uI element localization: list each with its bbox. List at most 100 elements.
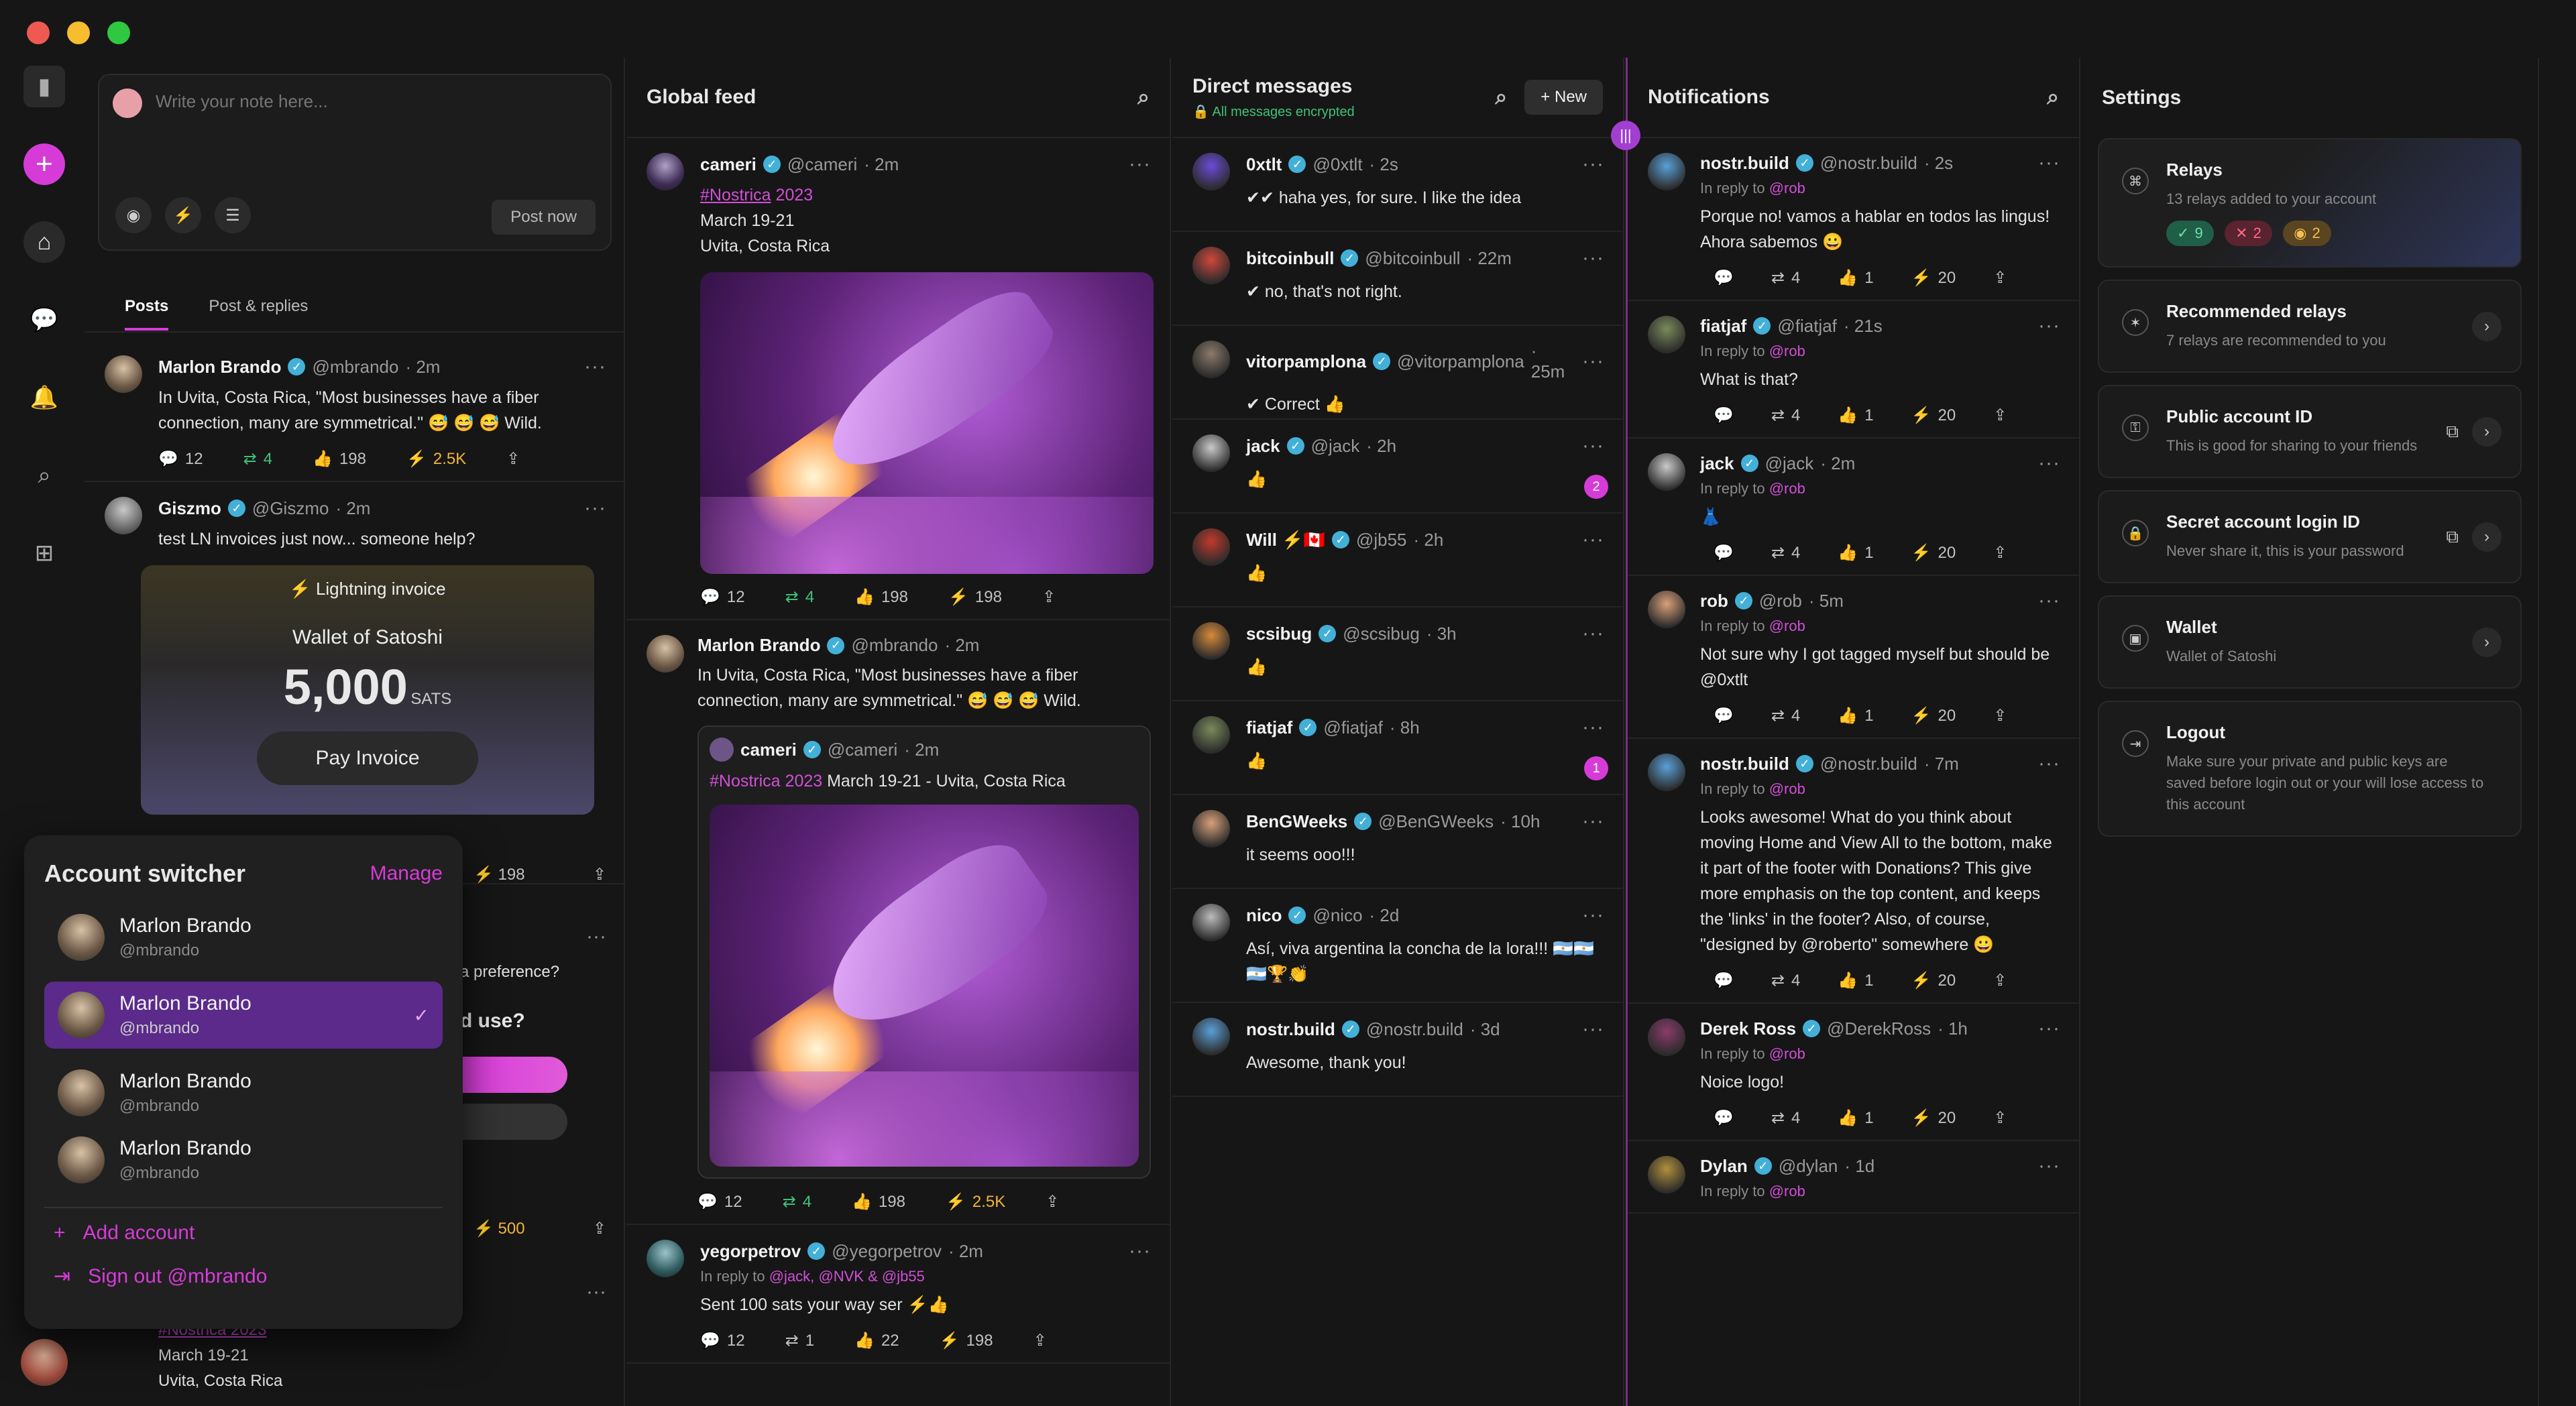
poll-option-bar[interactable] <box>460 1057 567 1093</box>
zap-button[interactable]: ⚡ 2.5K <box>946 1192 1005 1212</box>
reply-mention[interactable]: @rob <box>1769 480 1805 497</box>
close-window-button[interactable] <box>27 21 50 44</box>
author-name[interactable]: Derek Ross <box>1700 1018 1796 1039</box>
like-button[interactable]: 👍 1 <box>1838 268 1873 288</box>
reply-mention[interactable]: @rob <box>1769 343 1805 359</box>
avatar[interactable] <box>105 497 142 534</box>
author-handle[interactable]: @jack <box>1765 453 1814 474</box>
dm-conversation[interactable]: fiatjaf ✓ @fiatjaf · 8h ··· 👍 1 <box>1172 701 1623 795</box>
dm-conversation[interactable]: nostr.build ✓ @nostr.build · 3d ··· Awesome,… <box>1172 1003 1623 1097</box>
manage-link[interactable]: Manage <box>370 862 443 885</box>
image-icon[interactable]: ◉ <box>115 197 152 233</box>
author-name[interactable]: nostr.build <box>1700 754 1789 774</box>
author-name[interactable]: Marlon Brando <box>158 357 281 377</box>
avatar[interactable] <box>1192 434 1230 472</box>
column-resize-handle[interactable]: ||| <box>1611 121 1640 150</box>
more-icon[interactable]: ··· <box>586 925 606 948</box>
avatar[interactable] <box>1192 528 1230 566</box>
sign-out-button[interactable]: ⇥ Sign out @mbrando <box>44 1265 443 1288</box>
avatar[interactable] <box>1192 622 1230 660</box>
relays-card[interactable]: ⌘ Relays 13 relays added to your account… <box>2098 138 2522 268</box>
search-icon[interactable]: ⌕ <box>1137 84 1150 110</box>
reply-button[interactable]: 💬 <box>1714 543 1734 563</box>
account-item[interactable]: Marlon Brando @mbrando <box>44 1059 443 1126</box>
author-handle[interactable]: @mbrando <box>312 357 398 377</box>
avatar[interactable] <box>647 635 684 672</box>
lightning-icon[interactable]: ⚡ <box>165 197 201 233</box>
chevron-right-icon[interactable]: › <box>2472 522 2502 552</box>
list-icon[interactable]: ☰ <box>215 197 251 233</box>
reply-button[interactable]: 💬 <box>1714 1108 1734 1128</box>
reply-button[interactable]: 💬 <box>1714 971 1734 990</box>
dm-conversation[interactable]: BenGWeeks ✓ @BenGWeeks · 10h ··· it seems oo… <box>1172 795 1623 889</box>
like-button[interactable]: 👍 198 <box>852 1192 905 1212</box>
author-name[interactable]: Marlon Brando <box>697 635 820 656</box>
hashtag-link[interactable]: #Nostrica 2023 <box>710 772 822 790</box>
more-icon[interactable]: ··· <box>584 497 606 520</box>
reply-button[interactable]: 💬 <box>1714 706 1734 725</box>
author-name[interactable]: rob <box>1700 591 1728 611</box>
more-icon[interactable]: ··· <box>586 1281 606 1303</box>
repost-button[interactable]: ⇄ 4 <box>1771 543 1800 563</box>
share-icon[interactable]: ⇪ <box>1993 971 2007 990</box>
more-icon[interactable]: ··· <box>2038 589 2060 612</box>
notification-item[interactable]: Derek Ross ✓ @DerekRoss · 1h ··· In reply to… <box>1628 1004 2079 1141</box>
like-button[interactable]: 👍 1 <box>1838 706 1873 725</box>
share-icon[interactable]: ⇪ <box>593 865 606 884</box>
repost-button[interactable]: ⇄ 1 <box>785 1331 814 1350</box>
repost-button[interactable]: ⇄ 4 <box>1771 971 1800 990</box>
reply-button[interactable]: 💬 12 <box>697 1192 742 1212</box>
notification-item[interactable]: rob ✓ @rob · 5m ··· In reply to @rob Not sur… <box>1628 576 2079 739</box>
author-handle[interactable]: @yegorpetrov <box>832 1241 942 1262</box>
compose-icon[interactable]: + <box>23 143 65 185</box>
author-handle[interactable]: @dylan <box>1779 1156 1838 1177</box>
more-icon[interactable]: ··· <box>1582 1018 1604 1041</box>
more-icon[interactable]: ··· <box>2038 152 2060 174</box>
more-icon[interactable]: ··· <box>1582 153 1604 176</box>
share-icon[interactable]: ⇪ <box>1993 406 2007 425</box>
author-name[interactable]: nostr.build <box>1700 153 1789 174</box>
more-icon[interactable]: ··· <box>1129 153 1151 176</box>
sidebar-toggle-icon[interactable]: ▮ <box>23 66 65 107</box>
reply-mention[interactable]: @rob <box>1769 1183 1805 1199</box>
author-name[interactable]: fiatjaf <box>1700 316 1746 337</box>
more-icon[interactable]: ··· <box>1582 528 1604 551</box>
post-now-button[interactable]: Post now <box>492 200 596 235</box>
repost-button[interactable]: ⇄ 4 <box>1771 406 1800 425</box>
repost-button[interactable]: ⇄ 4 <box>1771 1108 1800 1128</box>
more-icon[interactable]: ··· <box>1582 622 1604 645</box>
dm-conversation[interactable]: vitorpamplona ✓ @vitorpamplona · 25m ··· ✔ C… <box>1172 326 1623 420</box>
avatar[interactable] <box>1648 453 1685 491</box>
more-icon[interactable]: ··· <box>2038 452 2060 475</box>
reply-button[interactable]: 💬 12 <box>700 587 745 607</box>
avatar[interactable] <box>1648 1018 1685 1056</box>
like-button[interactable]: 👍 198 <box>854 587 908 607</box>
notification-item[interactable]: fiatjaf ✓ @fiatjaf · 21s ··· In reply to @ro… <box>1628 301 2079 438</box>
more-icon[interactable]: ··· <box>1582 350 1604 373</box>
author-handle[interactable]: @rob <box>1759 591 1802 611</box>
minimize-window-button[interactable] <box>67 21 90 44</box>
quoted-post[interactable]: cameri ✓ @cameri · 2m #Nostrica 2023 March … <box>697 725 1151 1179</box>
zap-button[interactable]: ⚡ 20 <box>1911 543 1956 563</box>
like-button[interactable]: 👍 22 <box>854 1331 899 1350</box>
share-icon[interactable]: ⇪ <box>593 1219 606 1238</box>
chevron-right-icon[interactable]: › <box>2472 627 2502 657</box>
zap-button[interactable]: ⚡ 20 <box>1911 1108 1956 1128</box>
tab-posts[interactable]: Posts <box>125 297 169 331</box>
avatar[interactable] <box>1648 591 1685 628</box>
notification-item[interactable]: Dylan ✓ @dylan · 1d ··· In reply to @rob <box>1628 1141 2079 1214</box>
notification-item[interactable]: nostr.build ✓ @nostr.build · 2s ··· In reply… <box>1628 138 2079 301</box>
hashtag-link[interactable]: #Nostrica <box>700 186 771 204</box>
more-icon[interactable]: ··· <box>2038 1017 2060 1040</box>
repost-button[interactable]: ⇄ 4 <box>783 1192 811 1212</box>
bell-icon[interactable]: 🔔 <box>23 377 65 418</box>
zap-button[interactable]: ⚡ 20 <box>1911 706 1956 725</box>
messages-icon[interactable]: 💬 <box>23 299 65 341</box>
reply-mention[interactable]: @rob <box>1769 780 1805 797</box>
avatar[interactable] <box>1192 1018 1230 1055</box>
avatar[interactable] <box>1192 904 1230 941</box>
dm-conversation[interactable]: 0xtlt ✓ @0xtlt · 2s ··· ✔✔ haha yes, for sur… <box>1172 138 1623 232</box>
copy-icon[interactable]: ⧉ <box>2446 526 2459 548</box>
share-icon[interactable]: ⇪ <box>1033 1331 1047 1350</box>
repost-button[interactable]: ⇄ 4 <box>243 449 272 469</box>
